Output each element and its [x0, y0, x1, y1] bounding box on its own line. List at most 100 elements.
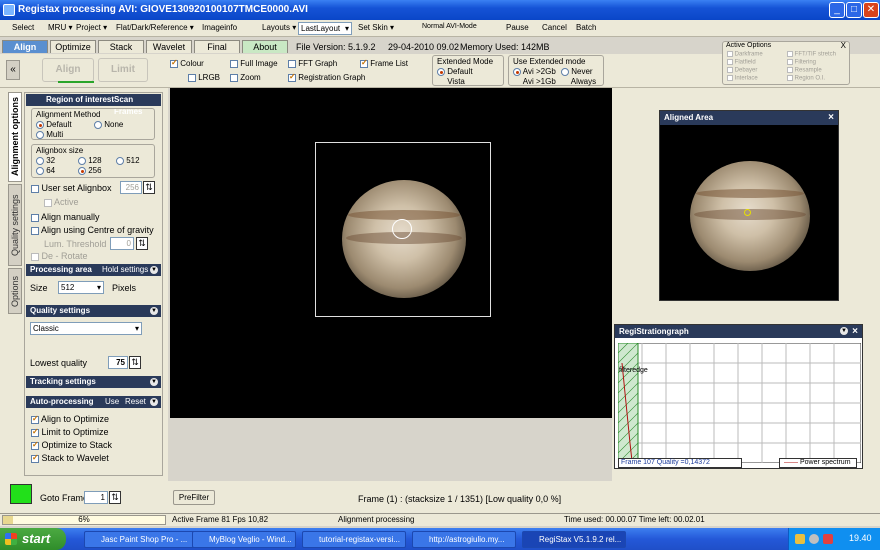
- colour-checkbox[interactable]: Colour: [170, 58, 204, 68]
- align-to-optimize-checkbox[interactable]: Align to Optimize: [31, 414, 109, 424]
- tab-final[interactable]: Final: [194, 40, 240, 53]
- collapse-icon[interactable]: ▼: [840, 327, 848, 335]
- method-multi-radio[interactable]: Multi: [36, 130, 63, 139]
- size-64-radio[interactable]: 64: [36, 166, 55, 175]
- cancel-button[interactable]: Cancel: [542, 23, 567, 32]
- collapse-icon[interactable]: ▼: [150, 398, 158, 406]
- vtab-options[interactable]: Options: [8, 268, 22, 314]
- active-options-close[interactable]: X: [841, 41, 846, 50]
- frame-list-check: [360, 58, 368, 68]
- tracking-settings-header[interactable]: Tracking settings ▼: [26, 376, 161, 388]
- menu-mru[interactable]: MRU ▾: [48, 23, 72, 32]
- prefilter-button[interactable]: PreFilter: [173, 490, 215, 505]
- minimize-button[interactable]: _: [829, 2, 845, 18]
- stack-to-wavelet-checkbox[interactable]: Stack to Wavelet: [31, 453, 109, 463]
- lrgb-checkbox[interactable]: LRGB: [188, 73, 220, 82]
- avi-1gb-radio[interactable]: Avi >1Gb: [513, 77, 556, 86]
- tray-icon[interactable]: [809, 534, 819, 544]
- taskbar-item-registax[interactable]: RegiStax V5.1.9.2 rel...: [522, 531, 626, 548]
- taskbar-item-tutorial[interactable]: tutorial-registax-versi...: [302, 531, 406, 548]
- maximize-button[interactable]: □: [846, 2, 862, 18]
- tab-optimize[interactable]: Optimize: [50, 40, 96, 53]
- pause-button[interactable]: Pause: [506, 23, 529, 32]
- taskbar-item-astrogiulio[interactable]: http://astrogiulio.my...: [412, 531, 516, 548]
- registration-graph-close-button[interactable]: ×: [852, 325, 858, 338]
- vtab-quality-settings[interactable]: Quality settings: [8, 184, 22, 266]
- size-128-radio[interactable]: 128: [78, 156, 102, 165]
- collapse-panel-button[interactable]: «: [6, 60, 20, 80]
- zoom-checkbox[interactable]: Zoom: [230, 73, 261, 82]
- never-radio[interactable]: Never: [561, 67, 593, 76]
- batch-button[interactable]: Batch: [576, 23, 596, 32]
- tab-align[interactable]: Align: [2, 40, 48, 53]
- align-cog-checkbox[interactable]: Align using Centre of gravity: [31, 225, 154, 235]
- opt-resample-label: Resample: [794, 67, 822, 74]
- registration-graph-checkbox[interactable]: Registration Graph: [288, 72, 366, 82]
- normal-avi-mode-button[interactable]: Normal AVI-Mode: [422, 23, 477, 30]
- collapse-icon[interactable]: ▼: [150, 266, 158, 274]
- full-image-checkbox[interactable]: Full Image: [230, 59, 278, 68]
- user-alignbox-value[interactable]: 256: [120, 181, 142, 194]
- always-radio[interactable]: Always: [561, 77, 596, 86]
- quality-method-select[interactable]: Classic ▾: [30, 322, 142, 335]
- auto-reset-button[interactable]: Reset: [125, 396, 146, 408]
- progress-text: 6%: [78, 515, 90, 524]
- limit-to-optimize-checkbox[interactable]: Limit to Optimize: [31, 427, 109, 437]
- menu-set-skin[interactable]: Set Skin ▾: [358, 23, 394, 32]
- user-set-alignbox-checkbox[interactable]: User set Alignbox: [31, 183, 112, 193]
- menu-project[interactable]: Project ▾: [76, 23, 107, 32]
- avi-2gb-radio[interactable]: Avi >2Gb: [513, 67, 556, 76]
- limit-button[interactable]: Limit: [98, 58, 148, 82]
- filteredge-label: filteredge: [619, 367, 648, 374]
- aligned-area-close-button[interactable]: ×: [828, 111, 834, 125]
- tab-wavelet[interactable]: Wavelet: [146, 40, 192, 53]
- lum-threshold-label: Lum. Threshold: [44, 239, 107, 249]
- method-default-radio[interactable]: Default: [36, 120, 72, 129]
- menu-layouts[interactable]: Layouts ▾: [262, 23, 296, 32]
- size-256-radio[interactable]: 256: [78, 166, 102, 175]
- extended-default-radio[interactable]: Default: [437, 67, 473, 76]
- full-image-check: [230, 59, 238, 68]
- size-512-radio[interactable]: 512: [116, 156, 140, 165]
- registration-graph-label: Registration Graph: [298, 73, 366, 82]
- tray-icon[interactable]: [795, 534, 805, 544]
- goto-frame-input[interactable]: 1: [84, 491, 108, 504]
- lowest-quality-spinner[interactable]: ⇅: [129, 356, 141, 369]
- vtab-alignment-options[interactable]: Alignment options: [8, 92, 22, 182]
- lum-threshold-value[interactable]: 0: [110, 237, 134, 250]
- user-alignbox-spinner[interactable]: ⇅: [143, 181, 155, 194]
- fft-graph-checkbox[interactable]: FFT Graph: [288, 59, 337, 68]
- goto-frame-spinner[interactable]: ⇅: [109, 491, 121, 504]
- size-select[interactable]: 512 ▾: [58, 281, 104, 294]
- optimize-to-stack-checkbox[interactable]: Optimize to Stack: [31, 440, 112, 450]
- opt-fft-stretch-label: FFT/TIF stretch: [794, 51, 837, 58]
- extended-vista-radio[interactable]: Vista: [437, 77, 465, 86]
- frame-list-checkbox[interactable]: Frame List: [360, 58, 408, 68]
- menu-imageinfo[interactable]: Imageinfo: [202, 23, 237, 32]
- taskbar-item-myblog[interactable]: MyBlog Veglio - Wind...: [192, 531, 296, 548]
- size-32-radio[interactable]: 32: [36, 156, 55, 165]
- tab-about[interactable]: About: [242, 40, 288, 53]
- auto-use-button[interactable]: Use: [105, 396, 119, 408]
- close-button[interactable]: ✕: [863, 2, 879, 18]
- main-image-view[interactable]: [170, 88, 612, 418]
- menu-select[interactable]: Select: [12, 23, 34, 32]
- tab-stack[interactable]: Stack: [98, 40, 144, 53]
- layout-select[interactable]: LastLayout ▾: [298, 22, 352, 35]
- planet-image: [342, 180, 466, 298]
- align-button[interactable]: Align: [42, 58, 94, 82]
- lum-threshold-spinner[interactable]: ⇅: [136, 237, 148, 250]
- collapse-icon[interactable]: ▼: [150, 378, 158, 386]
- tray-icon[interactable]: [823, 534, 833, 544]
- collapse-icon[interactable]: ▼: [150, 307, 158, 315]
- menu-flat-dark-reference[interactable]: Flat/Dark/Reference ▾: [116, 23, 194, 32]
- hold-settings-button[interactable]: Hold settings: [102, 264, 148, 276]
- roi-label[interactable]: Region of interest: [46, 94, 114, 106]
- align-manually-checkbox[interactable]: Align manually: [31, 212, 100, 222]
- build-date: 29-04-2010 09.02: [388, 42, 460, 52]
- start-button[interactable]: start: [0, 528, 66, 550]
- alignment-point-marker[interactable]: [392, 219, 412, 239]
- method-none-radio[interactable]: None: [94, 120, 123, 129]
- lowest-quality-value[interactable]: 75: [108, 356, 128, 369]
- taskbar-item-paintshop[interactable]: Jasc Paint Shop Pro - ...: [84, 531, 200, 548]
